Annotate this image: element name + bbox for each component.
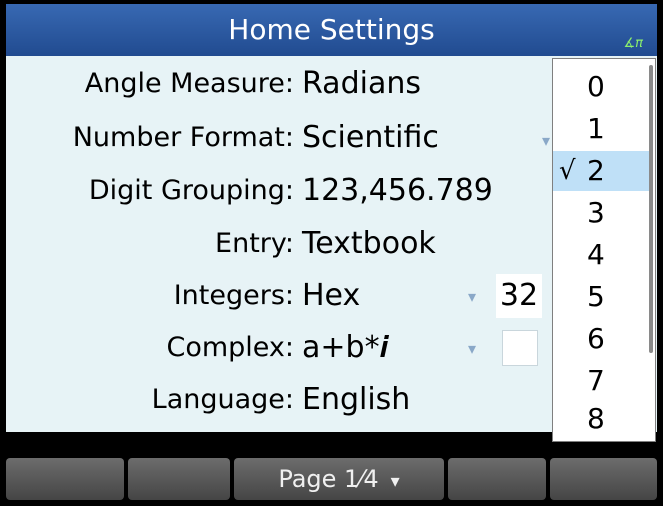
softkey-5[interactable] [550,458,657,500]
dropdown-option[interactable]: 1 [553,109,649,149]
dropdown-option-label: 5 [587,280,605,313]
calculator-screen: Home Settings ∡π Angle Measure: Radians … [0,0,663,506]
check-mark-icon: √ [559,156,576,186]
softkey-4[interactable] [448,458,546,500]
pin-icon: ▾ [390,471,400,492]
language-field[interactable]: English [302,374,410,426]
dropdown-option[interactable]: 7 [553,361,649,401]
dropdown-option[interactable]: 6 [553,319,649,359]
dropdown-option[interactable]: 4 [553,235,649,275]
dropdown-option-label: 8 [587,402,605,435]
complex-label: Complex: [166,332,294,363]
dropdown-scrollbar[interactable] [649,65,653,353]
entry-field[interactable]: Textbook [302,218,436,270]
integers-label: Integers: [173,280,294,311]
dropdown-option-label: 7 [587,364,605,397]
page-softkey-label: Page 1⁄4 [278,465,379,493]
dropdown-option-label: 3 [587,196,605,229]
complex-checkbox[interactable] [502,330,538,366]
number-format-field[interactable]: Scientific [302,112,439,164]
title-bar: Home Settings ∡π [6,4,657,56]
dropdown-option-label: 6 [587,322,605,355]
help-text: Choose decimal places to display [6,429,440,459]
softkey-1[interactable] [6,458,124,500]
page-softkey[interactable]: Page 1⁄4 ▾ [234,458,444,500]
dropdown-option[interactable]: 3 [553,193,649,233]
number-format-label: Number Format: [72,122,294,153]
dropdown-option[interactable]: 5 [553,277,649,317]
angle-measure-field[interactable]: Radians [302,58,421,110]
language-label: Language: [151,384,294,415]
dropdown-option-label: 4 [587,238,605,271]
dropdown-option-label: 0 [587,70,605,103]
entry-label: Entry: [215,228,294,259]
dropdown-option-label: 1 [587,112,605,145]
softkey-bar: Page 1⁄4 ▾ [6,458,657,500]
softkey-2[interactable] [128,458,230,500]
integers-dropdown-arrow-icon[interactable]: ▾ [468,289,482,305]
decimal-places-dropdown[interactable]: 0 1 √ 2 3 4 5 6 7 8 [552,58,656,442]
integers-bits-field[interactable]: 32 [496,274,542,318]
digit-grouping-field[interactable]: 123,456.789 [302,165,493,217]
dropdown-option-selected[interactable]: √ 2 [553,151,649,191]
angle-measure-label: Angle Measure: [84,68,294,99]
dropdown-option-label: 2 [587,154,605,187]
dropdown-option[interactable]: 0 [553,67,649,107]
complex-dropdown-arrow-icon[interactable]: ▾ [468,341,482,357]
digit-grouping-label: Digit Grouping: [88,175,294,206]
complex-field[interactable]: a+b*𝒊 [302,322,388,374]
dropdown-option[interactable]: 8 [553,399,649,439]
integers-base-field[interactable]: Hex [302,270,360,322]
page-title: Home Settings [228,13,435,46]
